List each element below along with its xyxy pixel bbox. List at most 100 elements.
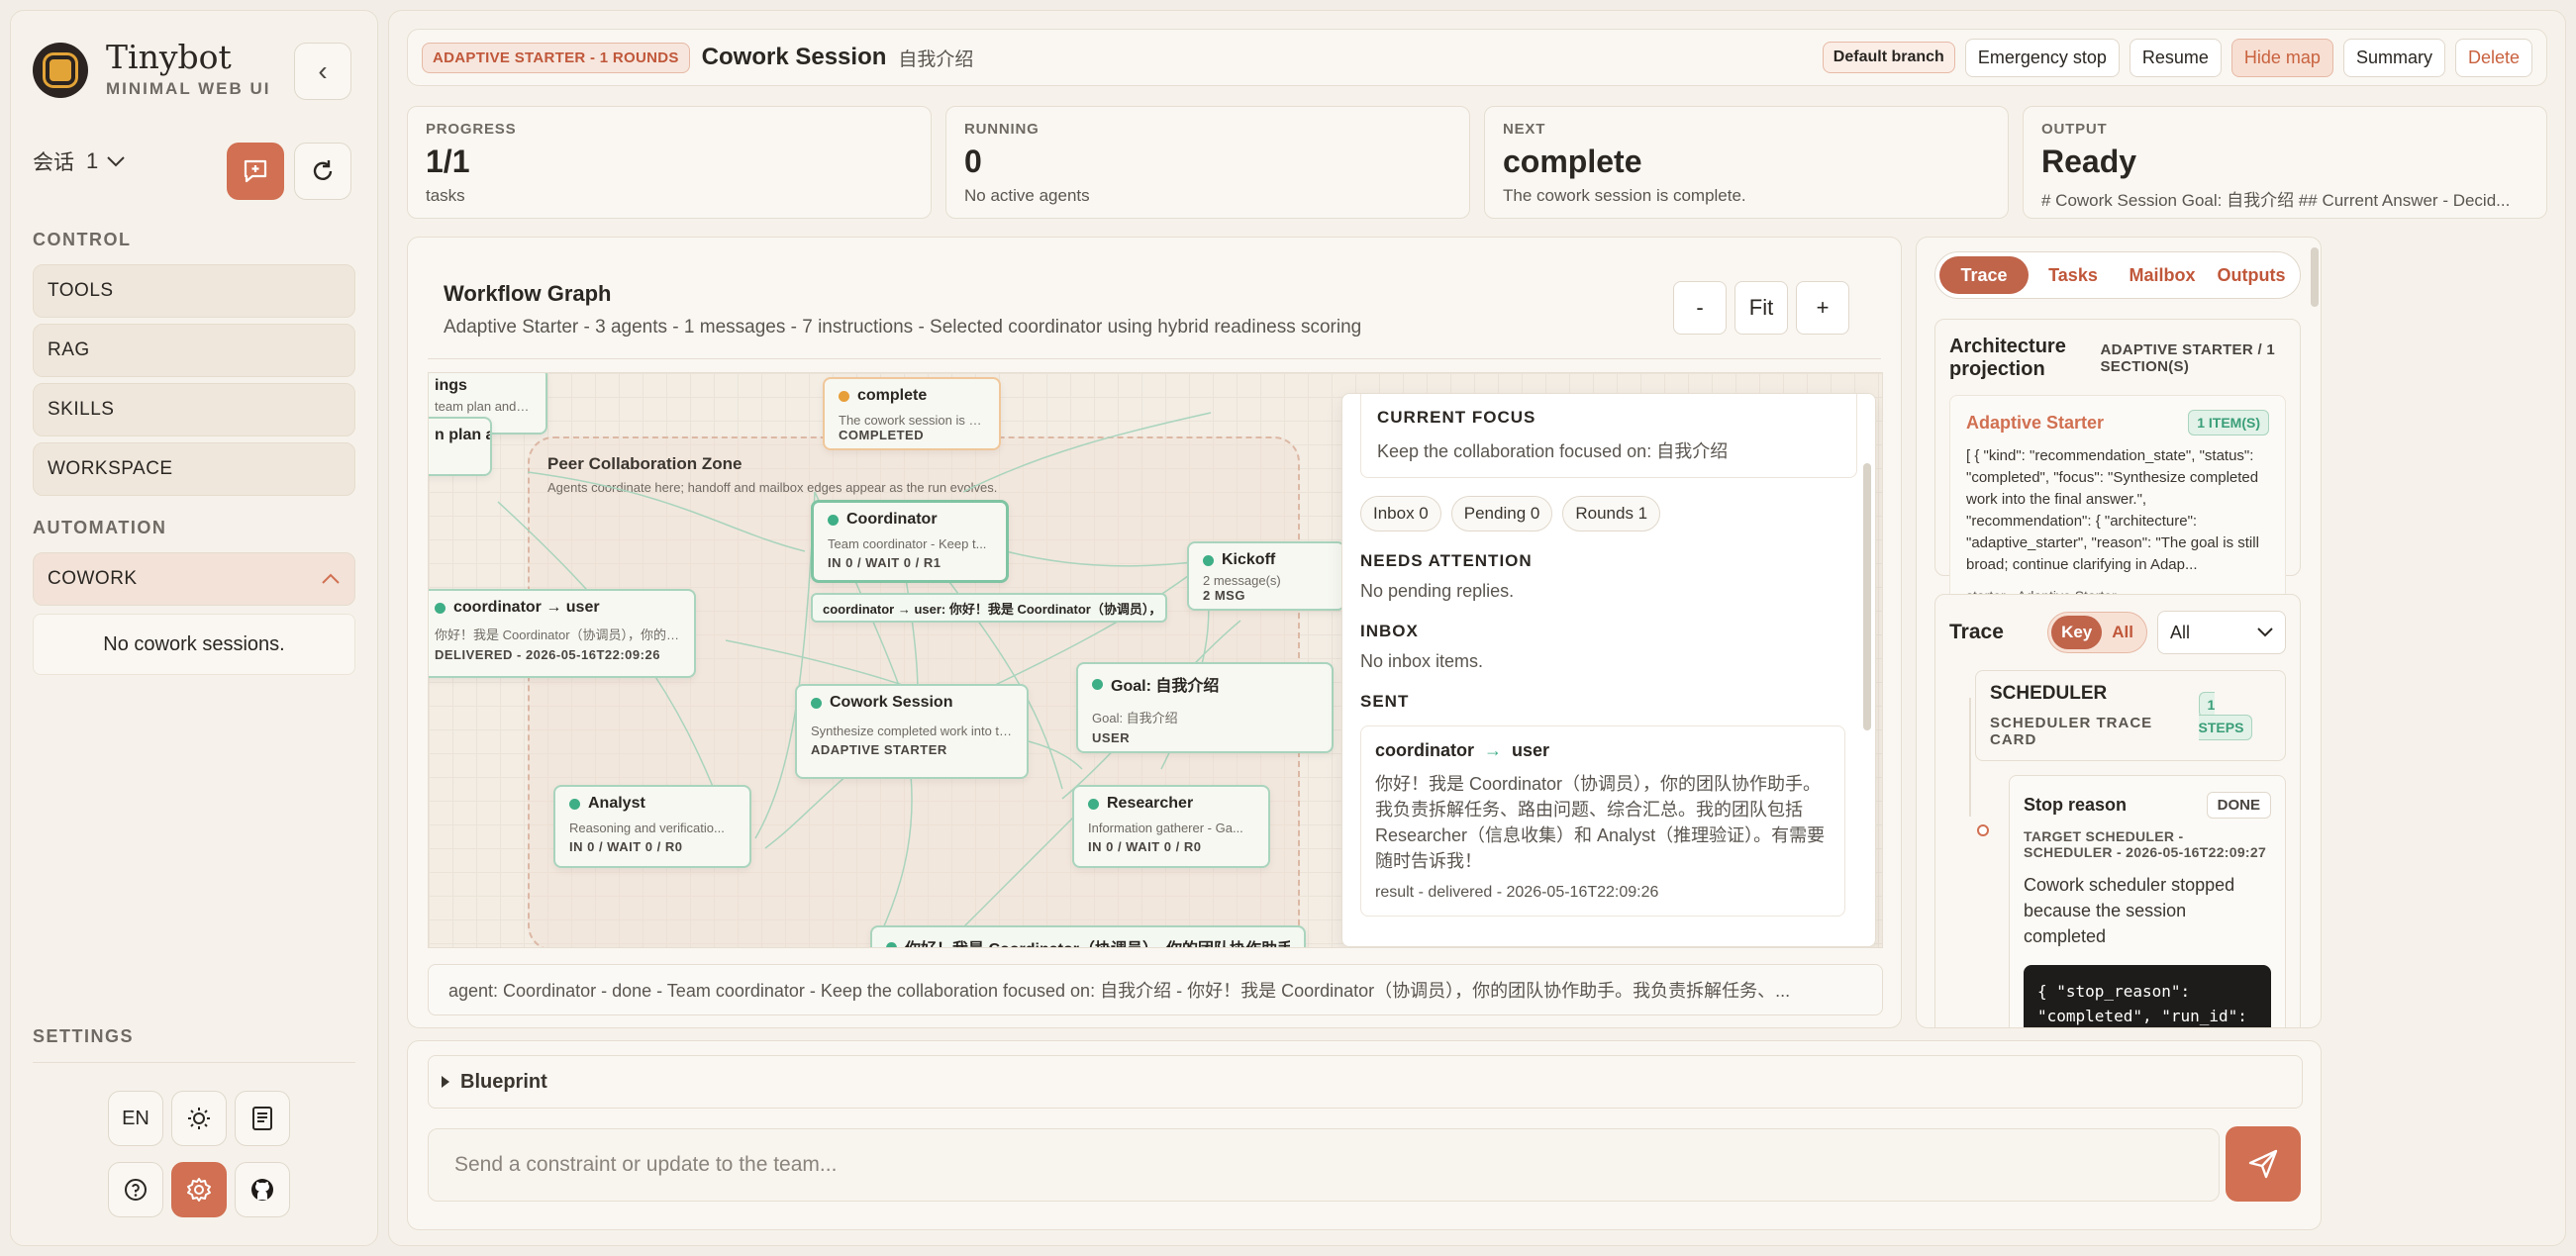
nav-item-rag[interactable]: RAG — [33, 324, 355, 377]
theme-toggle-button[interactable] — [171, 1091, 227, 1146]
graph-node-plan[interactable]: n plan an... — [429, 417, 492, 476]
emergency-stop-button[interactable]: Emergency stop — [1964, 38, 2120, 77]
chevron-down-icon — [2257, 628, 2273, 637]
node-meta: DELIVERED - 2026-05-16T22:09:26 — [435, 647, 660, 662]
inspector-panel: Trace Tasks Mailbox Outputs Architecture… — [1916, 237, 2322, 1028]
summary-button[interactable]: Summary — [2342, 38, 2445, 77]
node-subtitle: 2 message(s) — [1203, 573, 1281, 588]
branch-button[interactable]: Default branch — [1822, 42, 1955, 73]
nav-item-tools[interactable]: TOOLS — [33, 264, 355, 318]
graph-node-analyst[interactable]: Analyst Reasoning and verificatio... IN … — [553, 785, 751, 868]
message-input[interactable]: Send a constraint or update to the team.… — [428, 1128, 2220, 1202]
stat-label: RUNNING — [964, 121, 1040, 138]
tab-outputs[interactable]: Outputs — [2207, 256, 2296, 294]
item-body: [ { "kind": "recommendation_state", "sta… — [1966, 447, 2259, 573]
nav-item-skills[interactable]: SKILLS — [33, 383, 355, 436]
graph-node-goal[interactable]: Goal: 自我介绍 Goal: 自我介绍 USER — [1076, 662, 1334, 753]
scrollbar[interactable] — [1863, 463, 1871, 730]
section-text: No inbox items. — [1360, 651, 1484, 671]
tab-tasks[interactable]: Tasks — [2029, 256, 2118, 294]
stat-sub: # Cowork Session Goal: 自我介绍 ## Current A… — [2041, 191, 2511, 210]
node-meta: COMPLETED — [839, 428, 925, 442]
composer-panel: Blueprint Send a constraint or update to… — [407, 1040, 2322, 1230]
main-panel: ADAPTIVE STARTER - 1 ROUNDS Cowork Sessi… — [388, 10, 2566, 1246]
trace-header: Trace Key All All — [1935, 595, 2300, 654]
graph-canvas[interactable]: Peer Collaboration Zone Agents coordinat… — [428, 372, 1883, 948]
fit-button[interactable]: Fit — [1734, 281, 1788, 335]
nav-item-label: COWORK — [48, 568, 138, 589]
graph-node-coordinator[interactable]: Coordinator Team coordinator - Keep t...… — [811, 500, 1009, 583]
node-subtitle: Goal: 自我介绍 — [1092, 711, 1178, 725]
scheduler-card[interactable]: SCHEDULER SCHEDULER TRACE CARD 1 STEPS — [1975, 670, 2286, 761]
refresh-button[interactable] — [294, 143, 351, 200]
graph-node-message-edge[interactable]: coordinator → user: 你好！我是 Coordinator（协调… — [811, 593, 1167, 623]
zoom-out-button[interactable]: - — [1673, 281, 1727, 335]
step-header: Stop reason DONE — [2024, 792, 2271, 819]
node-title: Coordinator — [828, 511, 992, 529]
graph-title: Workflow Graph — [444, 281, 612, 306]
sent-message-card[interactable]: coordinator → user 你好！我是 Coordinator（协调员… — [1360, 725, 1845, 917]
stat-progress: PROGRESS 1/1 tasks — [407, 106, 932, 219]
hide-map-button[interactable]: Hide map — [2230, 38, 2333, 77]
step-title: Stop reason — [2024, 795, 2128, 815]
graph-node-complete[interactable]: complete The cowork session is com... CO… — [823, 377, 1001, 450]
scrollbar[interactable] — [2311, 247, 2319, 307]
item-count-badge: 1 ITEM(S) — [2188, 410, 2269, 435]
graph-node-cowork-session[interactable]: Cowork Session Synthesize completed work… — [795, 684, 1029, 779]
blueprint-label: Blueprint — [460, 1070, 547, 1093]
rounds-pill: Rounds 1 — [1562, 496, 1661, 531]
graph-node-researcher[interactable]: Researcher Information gatherer - Ga... … — [1072, 785, 1270, 868]
nav-item-workspace[interactable]: WORKSPACE — [33, 442, 355, 496]
toggle-all[interactable]: All — [2102, 616, 2143, 649]
github-button[interactable] — [235, 1162, 290, 1217]
caret-right-icon — [442, 1076, 449, 1088]
counter-pills: Inbox 0 Pending 0 Rounds 1 — [1360, 496, 1857, 531]
docs-button[interactable] — [235, 1091, 290, 1146]
node-title: coordinator → user: 你好！我是 Coordinator（协调… — [823, 602, 1155, 617]
new-session-button[interactable] — [227, 143, 284, 200]
nav-item-cowork[interactable]: COWORK — [33, 552, 355, 606]
collapse-sidebar-button[interactable]: ‹ — [294, 43, 351, 100]
architecture-item[interactable]: Adaptive Starter 1 ITEM(S) [ { "kind": "… — [1949, 395, 2286, 619]
inbox-pill: Inbox 0 — [1360, 496, 1441, 531]
trace-step-card[interactable]: Stop reason DONE TARGET SCHEDULER - SCHE… — [2009, 775, 2286, 1027]
delete-button[interactable]: Delete — [2454, 38, 2532, 77]
app-root: Tinybot MINIMAL WEB UI ‹ 会话 1 CONTROL TO… — [10, 10, 2566, 1246]
graph-node-kickoff[interactable]: Kickoff 2 message(s) 2 MSG — [1187, 541, 1345, 611]
item-header: Adaptive Starter 1 ITEM(S) — [1966, 410, 2269, 435]
divider — [428, 358, 1881, 359]
section-heading: NEEDS ATTENTION — [1360, 551, 1533, 570]
help-button[interactable] — [108, 1162, 163, 1217]
node-subtitle: The cowork session is com... — [839, 413, 985, 428]
message-to: user — [1512, 740, 1550, 760]
send-button[interactable] — [2226, 1126, 2301, 1202]
inbox-section: INBOX No inbox items. — [1360, 622, 1857, 672]
toggle-key[interactable]: Key — [2051, 616, 2103, 649]
card-header: Architecture projection ADAPTIVE STARTER… — [1935, 320, 2300, 381]
steps-badge: 1 STEPS — [2198, 692, 2253, 740]
stat-sub: No active agents — [964, 186, 1090, 205]
scheduler-subtitle: SCHEDULER TRACE CARD — [1990, 715, 2153, 748]
session-label: 会话 — [33, 151, 74, 174]
graph-node-coordinator-user[interactable]: coordinator → user 你好！我是 Coordinator（协调员… — [429, 589, 696, 678]
graph-node-message[interactable]: 你好！我是 Coordinator（协调员），你的团队协作助手。我 — [870, 925, 1306, 947]
card-title: Architecture projection — [1949, 336, 2066, 380]
stat-value: 1/1 — [426, 144, 470, 179]
resume-button[interactable]: Resume — [2129, 38, 2222, 77]
trace-filter-select[interactable]: All — [2157, 611, 2286, 654]
chevron-up-icon — [322, 573, 340, 584]
node-subtitle: Synthesize completed work into th... — [811, 724, 1013, 738]
message-body: 你好！我是 Coordinator（协调员），你的团队协作助手。我负责拆解任务、… — [1375, 774, 1826, 871]
sun-icon — [188, 1108, 210, 1129]
document-icon — [252, 1107, 272, 1130]
node-title: n plan an... — [435, 427, 490, 443]
zoom-in-button[interactable]: + — [1796, 281, 1849, 335]
item-title: Adaptive Starter — [1966, 412, 2105, 433]
language-button[interactable]: EN — [108, 1091, 163, 1146]
blueprint-toggle[interactable]: Blueprint — [428, 1055, 2303, 1109]
settings-button[interactable] — [171, 1162, 227, 1217]
focus-text: Keep the collaboration focused on: 自我介绍 — [1377, 441, 1729, 461]
tab-mailbox[interactable]: Mailbox — [2118, 256, 2207, 294]
tab-trace[interactable]: Trace — [1939, 256, 2029, 294]
stats-row: PROGRESS 1/1 tasks RUNNING 0 No active a… — [407, 106, 2547, 219]
